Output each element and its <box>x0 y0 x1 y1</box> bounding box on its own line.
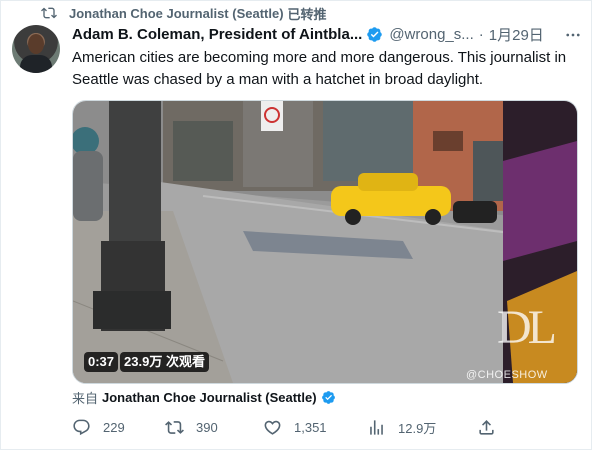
verified-badge-icon <box>321 390 335 404</box>
video-views: 23.9万 次观看 <box>120 352 209 372</box>
separator-dot: · <box>478 25 484 43</box>
like-button[interactable]: 1,351 <box>263 418 327 437</box>
tweet-text: American cities are becoming more and mo… <box>72 49 567 88</box>
verified-badge-icon <box>367 26 383 42</box>
views-count: 12.9万 <box>398 421 437 436</box>
views-icon <box>370 420 383 435</box>
reposter-name[interactable]: Jonathan Choe Journalist (Seattle) <box>69 6 284 21</box>
tweet-header: Adam B. Coleman, President of Aintbla...… <box>72 24 582 44</box>
repost-button[interactable]: 390 <box>165 418 218 437</box>
source-attribution: 来自 Jonathan Choe Journalist (Seattle) <box>72 388 336 406</box>
views-button[interactable]: 12.9万 <box>367 418 436 437</box>
repost-count: 390 <box>196 420 218 435</box>
like-count: 1,351 <box>294 420 327 435</box>
reply-icon <box>73 419 90 436</box>
video-watermark: DL <box>497 301 557 354</box>
source-prefix: 来自 <box>72 390 99 406</box>
share-button[interactable] <box>477 418 508 437</box>
author-handle[interactable]: @wrong_s... <box>389 26 473 43</box>
repost-icon <box>41 7 57 19</box>
heart-icon <box>264 420 281 435</box>
action-bar: 229 390 1,351 12.9万 <box>72 418 512 438</box>
reply-button[interactable]: 229 <box>72 418 125 437</box>
reply-count: 229 <box>103 420 125 435</box>
video-duration: 0:37 <box>84 352 119 372</box>
repost-context: Jonathan Choe Journalist (Seattle) 已转推 <box>41 4 327 22</box>
author-name[interactable]: Adam B. Coleman, President of Aintbla... <box>72 26 362 43</box>
more-icon[interactable] <box>564 26 582 44</box>
source-name[interactable]: Jonathan Choe Journalist (Seattle) <box>102 390 317 405</box>
repost-label: 已转推 <box>287 6 327 22</box>
video-watermark-handle: @CHOESHOW <box>466 369 548 381</box>
avatar[interactable] <box>12 25 60 73</box>
timestamp[interactable]: 1月29日 <box>489 24 544 45</box>
video-badges: 0:37 23.9万 次观看 <box>84 352 209 372</box>
share-icon <box>479 420 494 435</box>
repost-icon <box>165 421 184 434</box>
